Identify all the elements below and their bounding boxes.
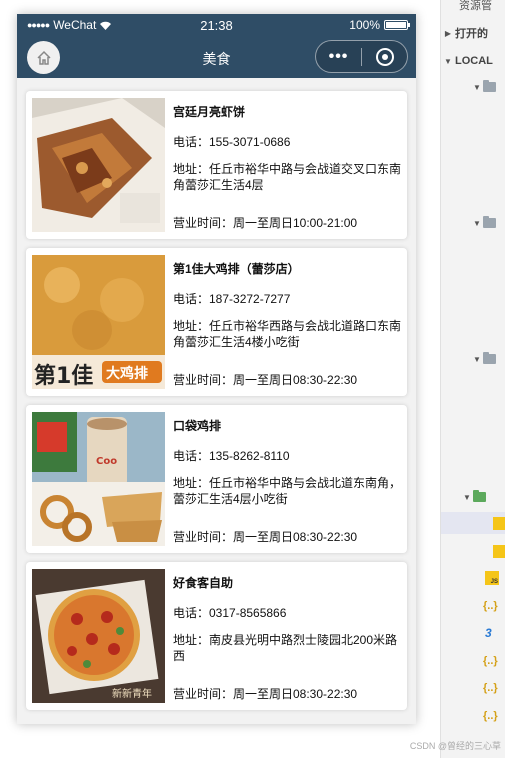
battery-level: [386, 22, 406, 28]
battery-indicator: 100%: [349, 18, 410, 32]
shop-info: 好食客自助 电话：0317-8565866 地址：南皮县光明中路烈士陵园北200…: [173, 575, 401, 664]
shop-address: 地址：南皮县光明中路烈士陵园北200米路西: [173, 633, 398, 663]
close-target-icon: [375, 47, 394, 66]
logo-text: 第1佳: [34, 363, 93, 389]
file-item[interactable]: {..}: [441, 595, 505, 617]
folder-icon: [483, 80, 496, 92]
shop-phone: 电话：187-3272-7277: [173, 292, 291, 306]
expanded-arrow-icon: ▼: [444, 56, 452, 66]
shop-info: 第1佳大鸡排（蕾莎店） 电话：187-3272-7277 地址：任丘市裕华西路与…: [173, 261, 401, 350]
local-section[interactable]: ▼ LOCAL: [441, 50, 505, 72]
shop-name: 第1佳大鸡排（蕾莎店）: [173, 262, 300, 276]
more-button[interactable]: •••: [316, 42, 361, 72]
shop-hours: 营业时间：周一至周日08:30-22:30: [173, 530, 358, 544]
shop-photo-pocket-chicken: Coo: [32, 412, 165, 546]
selected-file-item[interactable]: [441, 512, 505, 534]
open-editors-label: 打开的: [455, 28, 488, 40]
folder-icon: [483, 216, 496, 228]
open-editors-section[interactable]: ▶ 打开的: [441, 22, 505, 44]
expanded-arrow-icon: ▼: [473, 82, 481, 92]
battery-icon: [384, 20, 410, 30]
shop-hours: 营业时间：周一至周日08:30-22:30: [173, 687, 358, 701]
js-file-label: JS: [490, 579, 498, 585]
file-item[interactable]: [441, 540, 505, 562]
shop-photo-shrimp-cake: [32, 98, 165, 232]
expanded-arrow-icon: ▼: [473, 354, 481, 364]
js-file-icon: JS: [485, 571, 499, 585]
phone-simulator: ●●●●● WeChat 21:38 100% 美食 ••• 宫廷月亮虾饼 电话…: [17, 14, 416, 724]
ide-explorer-panel: 资源管 ▶ 打开的 ▼ LOCAL ▼ ▼ ▼ ▼ JS {..} 3 {..}…: [440, 0, 505, 758]
navigation-bar: 美食 •••: [17, 36, 416, 78]
file-item[interactable]: {..}: [441, 705, 505, 727]
file-item[interactable]: JS: [441, 567, 505, 589]
shop-name: 好食客自助: [173, 576, 234, 590]
shop-address: 地址：任丘市裕华中路与会战道交叉口东南角蕾莎汇生活4层: [173, 162, 401, 192]
local-section-label: LOCAL: [455, 55, 493, 67]
shop-card[interactable]: 宫廷月亮虾饼 电话：155-3071-0686 地址：任丘市裕华中路与会战道交叉…: [26, 91, 407, 239]
watermark-text: 新新青年: [112, 687, 152, 700]
collapsed-arrow-icon: ▶: [444, 28, 452, 38]
shop-address: 地址：任丘市裕华中路与会战北道东南角，蕾莎汇生活4层小吃街: [173, 476, 401, 506]
battery-percent: 100%: [349, 18, 380, 32]
shop-info: 宫廷月亮虾饼 电话：155-3071-0686 地址：任丘市裕华中路与会战道交叉…: [173, 104, 401, 193]
shop-phone: 电话：0317-8565866: [173, 606, 287, 620]
js-file-icon: [493, 544, 505, 558]
js-file-icon: [493, 516, 505, 530]
csdn-watermark: CSDN @曾经的三心草: [409, 741, 501, 751]
json-file-icon: {..}: [483, 710, 498, 722]
shop-list: 宫廷月亮虾饼 电话：155-3071-0686 地址：任丘市裕华中路与会战道交叉…: [17, 78, 416, 724]
folder-icon: [483, 352, 496, 364]
shop-info: 口袋鸡排 电话：135-8262-8110 地址：任丘市裕华中路与会战北道东南角…: [173, 418, 401, 507]
status-bar: ●●●●● WeChat 21:38 100%: [17, 14, 416, 36]
json-file-icon: {..}: [483, 600, 498, 612]
json-file-icon: {..}: [483, 682, 498, 694]
shop-photo-chicken-steak: 第1佳 大鸡排: [32, 255, 165, 389]
cup-text: Coo: [96, 456, 117, 467]
shop-name: 宫廷月亮虾饼: [173, 105, 246, 119]
file-item[interactable]: {..}: [441, 677, 505, 699]
css-file-icon: 3: [485, 626, 492, 640]
shop-photo-pizza: 新新青年: [32, 569, 165, 703]
shop-card[interactable]: 第1佳 大鸡排 第1佳大鸡排（蕾莎店） 电话：187-3272-7277 地址：…: [26, 248, 407, 396]
folder-item[interactable]: ▼: [441, 76, 505, 98]
shop-hours: 营业时间：周一至周日10:00-21:00: [173, 216, 358, 230]
explorer-header: 资源管: [459, 0, 492, 12]
menu-capsule: •••: [315, 40, 408, 73]
shop-phone: 电话：155-3071-0686: [173, 135, 291, 149]
file-item[interactable]: {..}: [441, 650, 505, 672]
sign-text: 大鸡排: [106, 365, 148, 382]
pages-folder-item[interactable]: ▼: [441, 486, 505, 508]
green-folder-icon: [473, 490, 486, 502]
shop-phone: 电话：135-8262-8110: [173, 449, 290, 463]
folder-item[interactable]: ▼: [441, 212, 505, 234]
shop-address: 地址：任丘市裕华西路与会战北道路口东南角蕾莎汇生活4楼小吃街: [173, 319, 401, 349]
shop-hours: 营业时间：周一至周日08:30-22:30: [173, 373, 358, 387]
expanded-arrow-icon: ▼: [463, 492, 471, 502]
shop-card[interactable]: Coo 口袋鸡排 电话：135-8262-8110 地址：任丘市裕华中路与会战北…: [26, 405, 407, 553]
file-item[interactable]: 3: [441, 622, 505, 644]
close-button[interactable]: [362, 47, 407, 66]
shop-name: 口袋鸡排: [173, 419, 222, 433]
shop-card[interactable]: 新新青年 好食客自助 电话：0317-8565866 地址：南皮县光明中路烈士陵…: [26, 562, 407, 710]
folder-item[interactable]: ▼: [441, 348, 505, 370]
json-file-icon: {..}: [483, 655, 498, 667]
expanded-arrow-icon: ▼: [473, 218, 481, 228]
